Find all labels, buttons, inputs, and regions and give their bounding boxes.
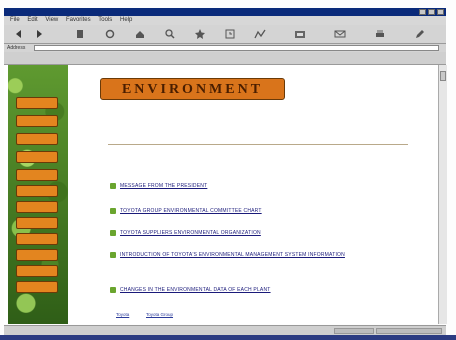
address-label: Address [7,45,26,51]
address-bar: Address [4,44,446,52]
sidebar-button-9[interactable] [16,233,58,245]
stop-icon[interactable] [74,28,86,40]
browser-window: File Edit View Favorites Tools Help Addr… [0,0,456,340]
history-icon[interactable] [224,28,236,40]
refresh-icon[interactable] [104,28,116,40]
bullet-icon [110,208,116,214]
footer-link-2[interactable]: Toyota Group [146,312,173,317]
scrollbar-thumb[interactable] [440,71,446,81]
sidebar-button-4[interactable] [16,151,58,163]
address-input[interactable] [34,45,439,51]
title-bar [4,8,446,16]
status-segment [334,328,374,334]
minimize-icon[interactable] [419,9,426,15]
list-item: INTRODUCTION OF TOYOTA'S ENVIRONMENTAL M… [110,251,345,259]
sidebar [8,65,68,324]
bullet-icon [110,287,116,293]
sidebar-button-11[interactable] [16,265,58,277]
fullscreen-icon[interactable] [294,28,306,40]
print-icon[interactable] [374,28,386,40]
menu-favorites[interactable]: Favorites [66,17,91,23]
menu-tools[interactable]: Tools [98,17,112,23]
zone-indicator [376,328,442,334]
forward-icon[interactable] [32,28,44,40]
page-content: ENVIRONMENT MESSAGE FROM THE PRESIDENT T… [4,65,447,324]
menu-view[interactable]: View [45,17,58,23]
item-link-president-message[interactable]: MESSAGE FROM THE PRESIDENT [120,183,207,189]
sidebar-button-7[interactable] [16,201,58,213]
divider [108,144,408,145]
sidebar-button-12[interactable] [16,281,58,293]
sidebar-button-2[interactable] [16,115,58,127]
home-icon[interactable] [134,28,146,40]
bullet-icon [110,252,116,258]
menu-help[interactable]: Help [120,17,132,23]
page-title: ENVIRONMENT [121,82,264,97]
toolbar [4,25,446,44]
window-controls [419,9,444,15]
item-link-committee-chart[interactable]: TOYOTA GROUP ENVIRONMENTAL COMMITTEE CHA… [120,208,262,214]
page-banner: ENVIRONMENT [100,78,285,100]
edit-icon[interactable] [414,28,426,40]
item-link-management-system[interactable]: INTRODUCTION OF TOYOTA'S ENVIRONMENTAL M… [120,252,345,258]
taskbar [0,335,456,340]
maximize-icon[interactable] [428,9,435,15]
menu-file[interactable]: File [10,17,20,23]
vertical-scrollbar[interactable] [438,65,447,324]
sidebar-button-6[interactable] [16,185,58,197]
item-link-suppliers-organization[interactable]: TOYOTA SUPPLIERS ENVIRONMENTAL ORGANIZAT… [120,230,261,236]
search-icon[interactable] [164,28,176,40]
sidebar-button-1[interactable] [16,97,58,109]
item-link-plant-data[interactable]: CHANGES IN THE ENVIRONMENTAL DATA OF EAC… [120,287,271,293]
favorites-icon[interactable] [194,28,206,40]
menu-bar: File Edit View Favorites Tools Help [4,16,446,25]
mail-icon[interactable] [334,28,346,40]
footer-link-1[interactable]: Toyota [116,312,129,317]
sidebar-button-3[interactable] [16,133,58,145]
sidebar-button-10[interactable] [16,249,58,261]
menu-edit[interactable]: Edit [27,17,37,23]
list-item: TOYOTA SUPPLIERS ENVIRONMENTAL ORGANIZAT… [110,229,261,237]
links-bar [4,52,446,65]
bullet-icon [110,183,116,189]
close-icon[interactable] [437,9,444,15]
list-item: MESSAGE FROM THE PRESIDENT [110,182,207,190]
back-icon[interactable] [14,28,26,40]
sidebar-button-8[interactable] [16,217,58,229]
list-item: CHANGES IN THE ENVIRONMENTAL DATA OF EAC… [110,286,271,294]
sidebar-button-5[interactable] [16,169,58,181]
bullet-icon [110,230,116,236]
list-item: TOYOTA GROUP ENVIRONMENTAL COMMITTEE CHA… [110,207,262,215]
channels-icon[interactable] [254,28,266,40]
